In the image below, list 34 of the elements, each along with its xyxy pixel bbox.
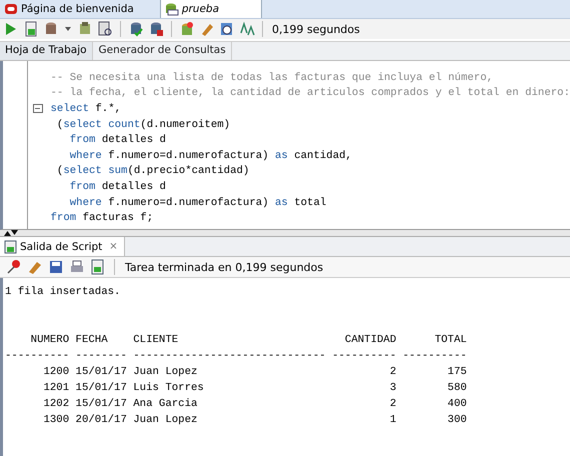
status-message: Tarea terminada en 0,199 segundos [125,260,324,274]
worksheet-tab[interactable]: Generador de Consultas [92,42,232,60]
result-line: 1200 15/01/17 Juan Lopez 2 175 [42,365,467,380]
printer-icon[interactable] [69,259,85,275]
output-message: 1 fila insertadas. [4,285,120,300]
collapse-arrows-icon[interactable] [3,230,19,236]
worksheet-tab[interactable]: Hoja de Trabajo [0,42,93,60]
code-line: from detalles d [68,180,166,193]
code-line: -- la fecha, el cliente, la cantidad de articulos comprados y el total en dinero: [50,87,570,100]
code-line: (select sum(d.precio*cantidad) [56,165,250,178]
document-tab[interactable]: prueba [160,0,262,18]
script-icon[interactable] [4,240,18,254]
result-line: NUMERO FECHA CLIENTE CANTIDAD TOTAL [30,333,467,348]
result-line: 1300 20/01/17 Juan Lopez 1 300 [42,413,467,428]
code-line: select f.*, [50,102,122,115]
result-line: ---------- -------- ------------------------------ ---------- ---------- [4,349,467,364]
script-icon[interactable] [90,259,106,275]
fold-toggle-icon[interactable] [32,104,42,114]
result-line: 1202 15/01/17 Ana Garcia 2 400 [42,397,467,412]
code-line: where f.numero=d.numerofactura) as total [68,196,326,209]
save-icon[interactable] [48,259,64,275]
code-line: where f.numero=d.numerofactura) as cantidad, [68,150,352,162]
code-line: from detalles d [68,134,166,146]
close-button[interactable]: × [109,241,118,252]
code-line: from facturas f; [50,212,154,224]
document-icon[interactable] [97,21,113,37]
elapsed-time: 0,199 segundos [272,22,360,36]
result-line: 1201 15/01/17 Luis Torres 3 580 [42,381,467,396]
script-icon[interactable] [23,21,39,37]
pin-icon[interactable] [6,259,22,275]
script-output-tab[interactable]: Salida de Script × [0,237,125,256]
code-line: -- Se necesita una lista de todas las facturas que incluya el número, [50,72,494,84]
eraser-icon[interactable] [27,259,43,275]
code-line: (select count(d.numeroitem) [56,118,230,131]
